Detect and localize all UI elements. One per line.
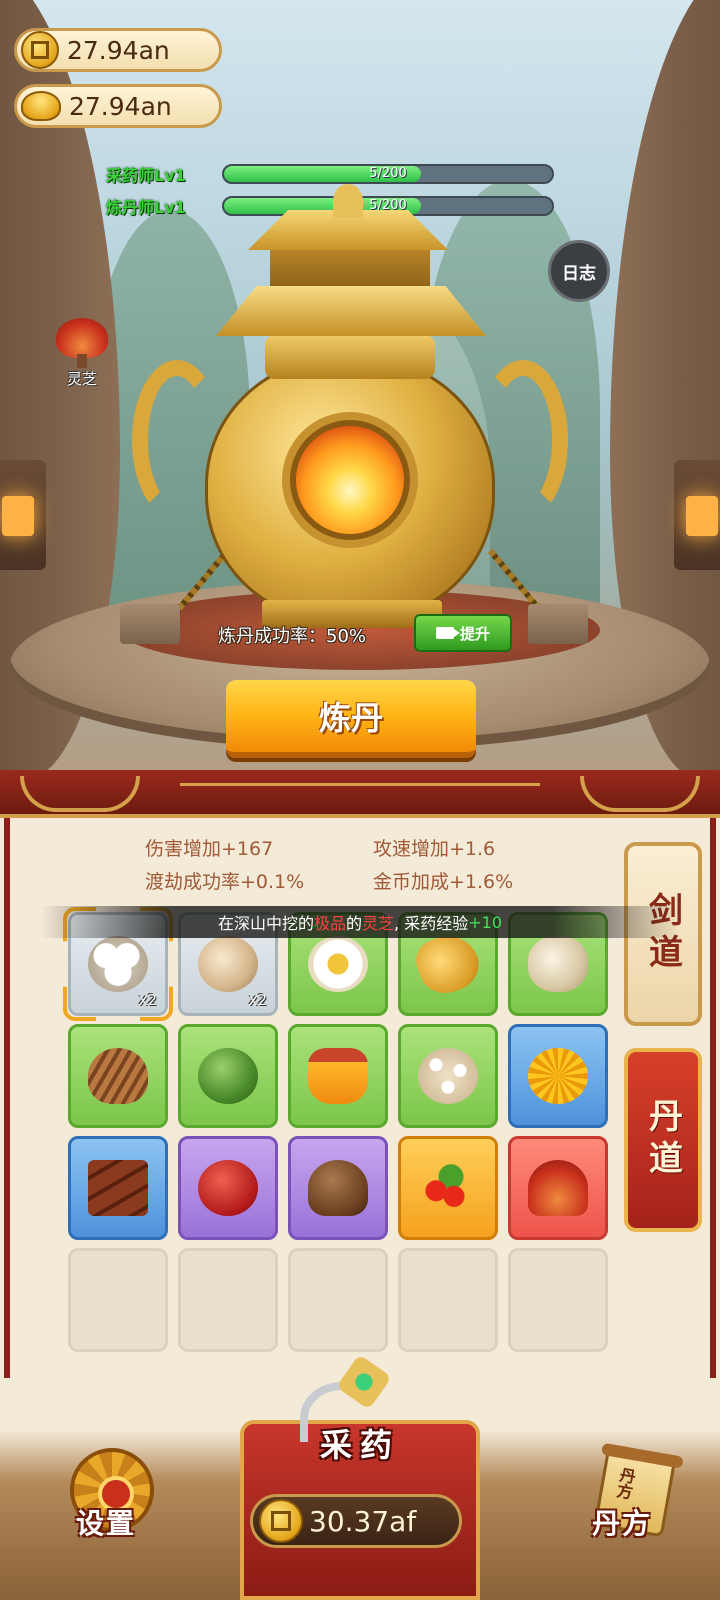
lantern-icon xyxy=(0,460,46,570)
flower-icon xyxy=(308,936,368,992)
upgrade-label: 提升 xyxy=(459,624,490,643)
ingot-value: 27.94an xyxy=(69,91,172,121)
toast-text: 的 xyxy=(346,914,363,933)
herb-slot[interactable] xyxy=(68,1136,168,1240)
cauldron-roof-finial xyxy=(333,184,363,218)
herb-grid: x2 x2 xyxy=(68,912,614,1352)
alchemist-level-label: 炼丹师Lv1 xyxy=(106,198,186,217)
gather-cost-value: 30.37af xyxy=(309,1504,417,1538)
cauldron-roof-lower xyxy=(216,286,486,336)
item-quantity: x2 xyxy=(248,991,267,1009)
gather-cost: 30.37af xyxy=(250,1494,462,1548)
herb-slot[interactable] xyxy=(288,1024,388,1128)
herb-slot[interactable] xyxy=(178,1136,278,1240)
gather-toast: 在深山中挖的 极品 的 灵芝 , 采药经验 +10 xyxy=(40,906,680,938)
panel-header-frame xyxy=(0,770,720,818)
stat-bonuses: 伤害增加+167 攻速增加+1.6 渡劫成功率+0.1% 金币加成+1.6% xyxy=(145,834,585,894)
recipe-label: 丹方 xyxy=(592,1507,653,1540)
herbalist-level: 采药师Lv1 5/200 xyxy=(106,162,554,186)
recipe-scroll-text: 丹方 xyxy=(612,1465,638,1501)
empty-slot xyxy=(398,1248,498,1352)
log-button[interactable]: 日志 xyxy=(548,240,610,302)
herb-slot[interactable] xyxy=(68,1024,168,1128)
herb-slot[interactable] xyxy=(508,1136,608,1240)
floating-herb[interactable]: 灵芝 xyxy=(54,318,110,398)
item-quantity: x2 xyxy=(138,991,157,1009)
toast-quality: 极品 xyxy=(314,914,347,933)
lingzhi-stem xyxy=(77,354,87,368)
cotton-icon xyxy=(88,936,148,992)
herb-slot[interactable] xyxy=(398,1024,498,1128)
recipe-button[interactable]: 丹方 丹方 xyxy=(584,1446,684,1544)
gather-button[interactable]: 采药 xyxy=(296,1420,424,1470)
lingzhi-icon xyxy=(56,318,108,358)
gold-ingot-icon xyxy=(21,91,61,121)
floating-herb-label: 灵芝 xyxy=(66,370,97,388)
red-date-icon xyxy=(198,1160,258,1216)
empty-slot xyxy=(178,1248,278,1352)
goji-berry-icon xyxy=(418,1160,478,1216)
nut-icon xyxy=(198,936,258,992)
rock-herb-icon xyxy=(528,936,588,992)
panel-post xyxy=(710,818,716,1378)
cloud-ornament xyxy=(20,776,140,812)
alchemy-button[interactable]: 炼丹 xyxy=(226,680,476,758)
stone-post xyxy=(120,604,180,644)
herbalist-exp-text: 5/200 xyxy=(369,166,407,181)
herb-slot[interactable] xyxy=(398,1136,498,1240)
melon-icon xyxy=(198,1048,258,1104)
lantern-icon xyxy=(674,460,720,570)
toast-exp: +10 xyxy=(468,912,502,932)
toast-herb: 灵芝 xyxy=(362,914,395,933)
herb-slot[interactable] xyxy=(288,1136,388,1240)
herb-slot[interactable] xyxy=(508,1024,608,1128)
cauldron-neck xyxy=(265,335,435,379)
stat-attack-speed: 攻速增加+1.6 xyxy=(373,838,496,860)
cloud-ornament xyxy=(580,776,700,812)
success-rate: 炼丹成功率：50% xyxy=(218,626,367,647)
coin-balance: 27.94an xyxy=(14,28,222,72)
mushroom-icon xyxy=(308,1160,368,1216)
chrysanthemum-icon xyxy=(528,1048,588,1104)
empty-slot xyxy=(68,1248,168,1352)
ingot-balance: 27.94an xyxy=(14,84,222,128)
video-ad-icon xyxy=(435,627,460,639)
ginseng-icon xyxy=(410,927,486,1001)
stat-tribulation-rate: 渡劫成功率+0.1% xyxy=(145,871,305,893)
stone-post xyxy=(528,604,588,644)
empty-slot xyxy=(508,1248,608,1352)
wood-root-icon xyxy=(88,1048,148,1104)
tab-alchemy-path[interactable]: 丹道 xyxy=(624,1048,702,1232)
honey-jar-icon xyxy=(308,1048,368,1104)
herbalist-level-label: 采药师Lv1 xyxy=(106,166,186,185)
coin-icon xyxy=(259,1499,303,1543)
bark-icon xyxy=(88,1160,148,1216)
lingzhi-icon xyxy=(528,1160,588,1216)
herb-slot[interactable] xyxy=(178,1024,278,1128)
settings-button[interactable]: 设置 xyxy=(64,1448,160,1544)
frame-line xyxy=(180,776,540,786)
coin-icon xyxy=(21,31,59,69)
toast-text: 在深山中挖的 xyxy=(217,914,314,933)
herbalist-exp-bar: 5/200 xyxy=(222,164,554,184)
fire-icon xyxy=(296,426,404,534)
cauldron-pillar xyxy=(270,248,430,292)
upgrade-button[interactable]: 提升 xyxy=(414,614,512,652)
empty-slot xyxy=(288,1248,388,1352)
grain-icon xyxy=(418,1048,478,1104)
panel-post xyxy=(4,818,10,1378)
settings-label: 设置 xyxy=(76,1507,137,1540)
toast-text: , 采药经验 xyxy=(394,914,469,933)
coin-value: 27.94an xyxy=(67,35,170,65)
stat-damage: 伤害增加+167 xyxy=(145,838,274,860)
stat-gold-bonus: 金币加成+1.6% xyxy=(373,871,514,893)
furnace-window xyxy=(282,412,418,548)
